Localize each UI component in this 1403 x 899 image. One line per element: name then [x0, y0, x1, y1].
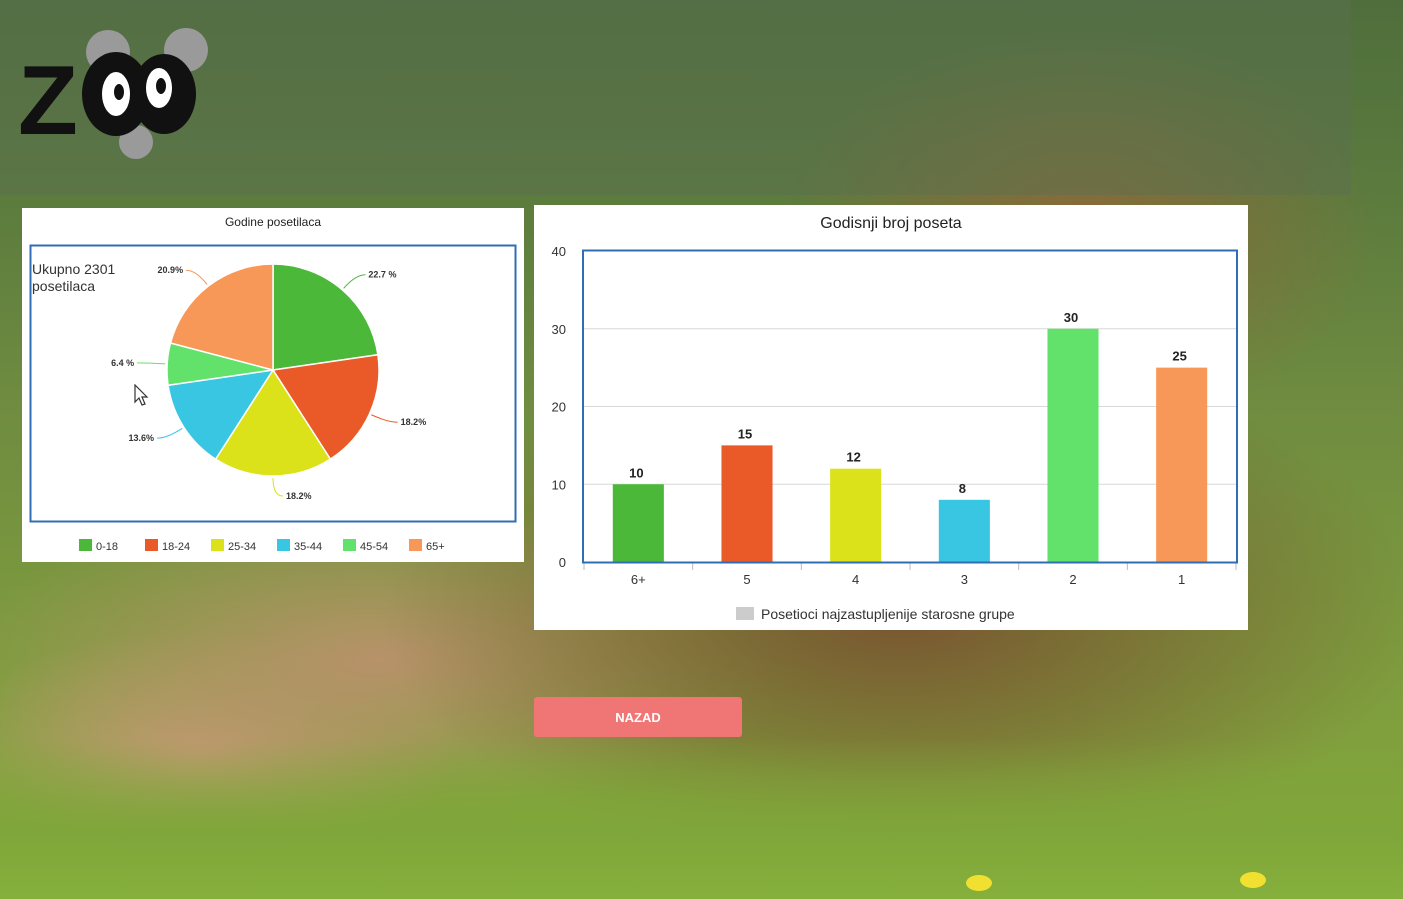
pie-legend-swatch: [277, 539, 290, 551]
pie-slice-0-18[interactable]: [272, 263, 379, 371]
pie-total-label: Ukupno 2301 posetilaca: [32, 261, 119, 294]
age-pie-chart-card: Godine posetilaca Ukupno 2301 posetilaca…: [22, 208, 524, 562]
bar-chart-title: Godisnji broj poseta: [820, 215, 962, 232]
pie-data-label: 18.2%: [401, 417, 427, 427]
bar-x-tick-label: 1: [1178, 572, 1185, 587]
background-grass: [0, 739, 1403, 899]
pie-legend-swatch: [343, 539, 356, 551]
pie-label-connector: [137, 362, 166, 365]
pie-data-label: 22.7 %: [368, 270, 396, 280]
visits-bar-chart-card: Godisnji broj poseta 0 10 20 30 40 10 15 12 8 30…: [534, 205, 1248, 630]
bar-data-label: 10: [629, 465, 643, 480]
bar-y-tick-label: 40: [552, 244, 566, 259]
pie-label-connector: [272, 477, 284, 497]
visits-bar-chart: Godisnji broj poseta 010203040 101512830…: [552, 215, 1238, 622]
bar-2[interactable]: [1047, 328, 1099, 562]
pie-legend-swatch: [211, 539, 224, 551]
bar-1[interactable]: [1156, 367, 1208, 562]
svg-text:Z: Z: [18, 45, 78, 155]
bar-x-tick-label: 2: [1069, 572, 1076, 587]
pie-legend-label[interactable]: 65+: [426, 541, 445, 553]
header: Z: [0, 0, 1351, 195]
bar-x-tick-label: 5: [743, 572, 750, 587]
pie-slices: [166, 263, 380, 477]
pie-legend-label[interactable]: 35-44: [294, 541, 322, 553]
pie-legend-swatch: [409, 539, 422, 551]
bar-data-label: 8: [959, 481, 966, 496]
pie-label-connector: [157, 428, 183, 439]
bar-y-tick-label: 0: [559, 555, 566, 570]
bar-data-label: 15: [738, 426, 752, 441]
pie-chart-title: Godine posetilaca: [225, 215, 321, 229]
pie-legend-label[interactable]: 18-24: [162, 541, 190, 553]
pie-legend-label[interactable]: 0-18: [96, 541, 118, 553]
pie-legend-label[interactable]: 45-54: [360, 541, 388, 553]
pie-legend-swatch: [145, 539, 158, 551]
bar-x-axis: 6+ 5 4 3 2 1: [583, 562, 1237, 587]
bar-series: 10 15 12 8 30 25: [612, 310, 1208, 562]
bar-6plus[interactable]: [612, 484, 664, 562]
bar-x-tick-label: 3: [961, 572, 968, 587]
bar-legend-swatch: [736, 607, 754, 620]
pie-data-label: 20.9%: [158, 265, 184, 275]
bar-y-tick-label: 30: [552, 322, 566, 337]
bar-x-tick-label: 6+: [631, 572, 646, 587]
age-pie-chart: Godine posetilaca Ukupno 2301 posetilaca…: [29, 215, 517, 553]
bar-y-tick-label: 10: [552, 477, 566, 492]
pie-legend-swatch: [79, 539, 92, 551]
pie-label-connector: [186, 269, 208, 285]
pie-label-connector: [343, 274, 366, 289]
bar-5[interactable]: [721, 445, 773, 562]
zoo-logo[interactable]: Z: [16, 24, 216, 164]
bar-y-tick-label: 20: [552, 400, 566, 415]
pie-data-label: 18.2%: [286, 491, 312, 501]
pie-label-connector: [371, 414, 398, 423]
back-button[interactable]: NAZAD: [534, 697, 742, 737]
background-flower: [966, 875, 992, 891]
pie-data-label: 13.6%: [129, 433, 155, 443]
bar-data-label: 30: [1064, 310, 1078, 325]
bar-data-label: 12: [846, 450, 860, 465]
bar-3[interactable]: [938, 499, 990, 562]
bar-gridlines: [584, 250, 1236, 563]
background-flower: [1240, 872, 1266, 888]
bar-4[interactable]: [830, 468, 882, 562]
mouse-cursor-icon: [134, 384, 149, 406]
pie-legend-label[interactable]: 25-34: [228, 541, 256, 553]
bar-x-tick-label: 4: [852, 572, 859, 587]
pie-data-label: 6.4 %: [111, 358, 134, 368]
bar-legend-label: Posetioci najzastupljenije starosne grup…: [761, 606, 1015, 622]
bar-data-label: 25: [1172, 349, 1186, 364]
bar-y-axis: 0 10 20 30 40: [552, 244, 566, 570]
pie-legend: 0-18 18-24 25-34 35-44 45-54 65+: [79, 539, 445, 553]
